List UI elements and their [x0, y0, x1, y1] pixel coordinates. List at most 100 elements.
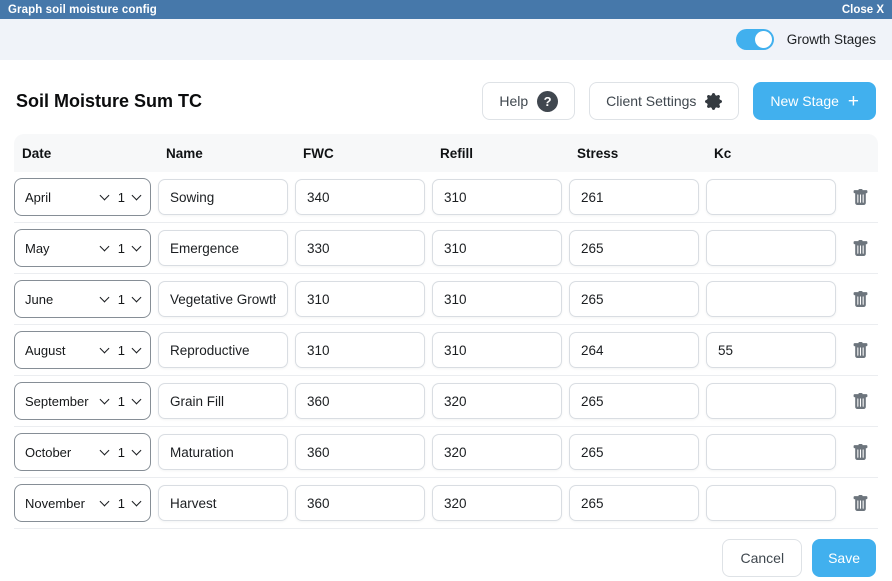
dialog-titlebar: Graph soil moisture config Close X: [0, 0, 892, 19]
column-header-name: Name: [158, 146, 288, 161]
day-select[interactable]: 1: [118, 343, 125, 358]
chevron-down-icon: [132, 241, 142, 251]
table-body: April 1 May 1 June: [14, 172, 878, 529]
month-select[interactable]: May: [25, 241, 101, 256]
stress-input[interactable]: [569, 332, 699, 368]
month-select[interactable]: August: [25, 343, 101, 358]
date-picker[interactable]: September 1: [14, 382, 151, 420]
refill-input[interactable]: [432, 434, 562, 470]
month-select[interactable]: September: [25, 394, 101, 409]
fwc-input[interactable]: [295, 332, 425, 368]
name-input[interactable]: [158, 434, 288, 470]
client-settings-button[interactable]: Client Settings: [589, 82, 739, 120]
stress-input[interactable]: [569, 230, 699, 266]
month-select[interactable]: April: [25, 190, 101, 205]
close-button[interactable]: Close X: [842, 4, 884, 16]
date-picker[interactable]: August 1: [14, 331, 151, 369]
growth-stages-toggle[interactable]: [736, 29, 774, 50]
trash-icon: [852, 239, 869, 258]
kc-input[interactable]: [706, 332, 836, 368]
day-select[interactable]: 1: [118, 445, 125, 460]
day-select[interactable]: 1: [118, 496, 125, 511]
chevron-down-icon: [99, 343, 109, 353]
day-select[interactable]: 1: [118, 394, 125, 409]
fwc-input[interactable]: [295, 281, 425, 317]
help-button-label: Help: [499, 93, 528, 109]
stress-input[interactable]: [569, 179, 699, 215]
date-picker[interactable]: November 1: [14, 484, 151, 522]
day-select[interactable]: 1: [118, 190, 125, 205]
delete-stage-button[interactable]: [843, 494, 878, 513]
kc-input[interactable]: [706, 281, 836, 317]
refill-input[interactable]: [432, 383, 562, 419]
new-stage-button[interactable]: New Stage +: [753, 82, 876, 120]
plus-icon: +: [848, 92, 859, 111]
save-button[interactable]: Save: [812, 539, 876, 577]
delete-stage-button[interactable]: [843, 341, 878, 360]
chevron-down-icon: [132, 292, 142, 302]
refill-input[interactable]: [432, 485, 562, 521]
delete-stage-button[interactable]: [843, 239, 878, 258]
cancel-button[interactable]: Cancel: [722, 539, 802, 577]
column-header-date: Date: [14, 146, 151, 161]
refill-input[interactable]: [432, 179, 562, 215]
kc-input[interactable]: [706, 434, 836, 470]
chevron-down-icon: [99, 190, 109, 200]
kc-input[interactable]: [706, 230, 836, 266]
stages-table: Date Name FWC Refill Stress Kc April 1 M…: [0, 134, 892, 529]
stress-input[interactable]: [569, 383, 699, 419]
month-select[interactable]: June: [25, 292, 101, 307]
fwc-input[interactable]: [295, 434, 425, 470]
month-select[interactable]: October: [25, 445, 101, 460]
name-input[interactable]: [158, 332, 288, 368]
kc-input[interactable]: [706, 179, 836, 215]
fwc-input[interactable]: [295, 383, 425, 419]
kc-input[interactable]: [706, 485, 836, 521]
date-picker[interactable]: May 1: [14, 229, 151, 267]
name-input[interactable]: [158, 281, 288, 317]
day-select[interactable]: 1: [118, 292, 125, 307]
chevron-down-icon: [99, 496, 109, 506]
name-input[interactable]: [158, 485, 288, 521]
dialog-title: Graph soil moisture config: [8, 4, 157, 16]
stress-input[interactable]: [569, 281, 699, 317]
toggle-knob: [755, 31, 772, 48]
question-circle-icon: ?: [537, 91, 558, 112]
fwc-input[interactable]: [295, 179, 425, 215]
name-input[interactable]: [158, 179, 288, 215]
delete-stage-button[interactable]: [843, 392, 878, 411]
toggle-band: Growth Stages: [0, 19, 892, 60]
trash-icon: [852, 443, 869, 462]
help-button[interactable]: Help ?: [482, 82, 575, 120]
refill-input[interactable]: [432, 230, 562, 266]
stress-input[interactable]: [569, 434, 699, 470]
trash-icon: [852, 392, 869, 411]
chevron-down-icon: [132, 394, 142, 404]
header-row: Soil Moisture Sum TC Help ? Client Setti…: [0, 60, 892, 134]
month-select[interactable]: November: [25, 496, 101, 511]
date-picker[interactable]: October 1: [14, 433, 151, 471]
column-header-stress: Stress: [569, 146, 699, 161]
name-input[interactable]: [158, 230, 288, 266]
column-header-kc: Kc: [706, 146, 836, 161]
trash-icon: [852, 341, 869, 360]
table-row: June 1: [14, 274, 878, 325]
delete-stage-button[interactable]: [843, 290, 878, 309]
stress-input[interactable]: [569, 485, 699, 521]
table-row: May 1: [14, 223, 878, 274]
day-select[interactable]: 1: [118, 241, 125, 256]
date-picker[interactable]: April 1: [14, 178, 151, 216]
refill-input[interactable]: [432, 332, 562, 368]
name-input[interactable]: [158, 383, 288, 419]
kc-input[interactable]: [706, 383, 836, 419]
delete-stage-button[interactable]: [843, 443, 878, 462]
table-row: August 1: [14, 325, 878, 376]
fwc-input[interactable]: [295, 230, 425, 266]
fwc-input[interactable]: [295, 485, 425, 521]
trash-icon: [852, 494, 869, 513]
delete-stage-button[interactable]: [843, 188, 878, 207]
table-header: Date Name FWC Refill Stress Kc: [14, 134, 878, 172]
refill-input[interactable]: [432, 281, 562, 317]
chevron-down-icon: [132, 496, 142, 506]
date-picker[interactable]: June 1: [14, 280, 151, 318]
